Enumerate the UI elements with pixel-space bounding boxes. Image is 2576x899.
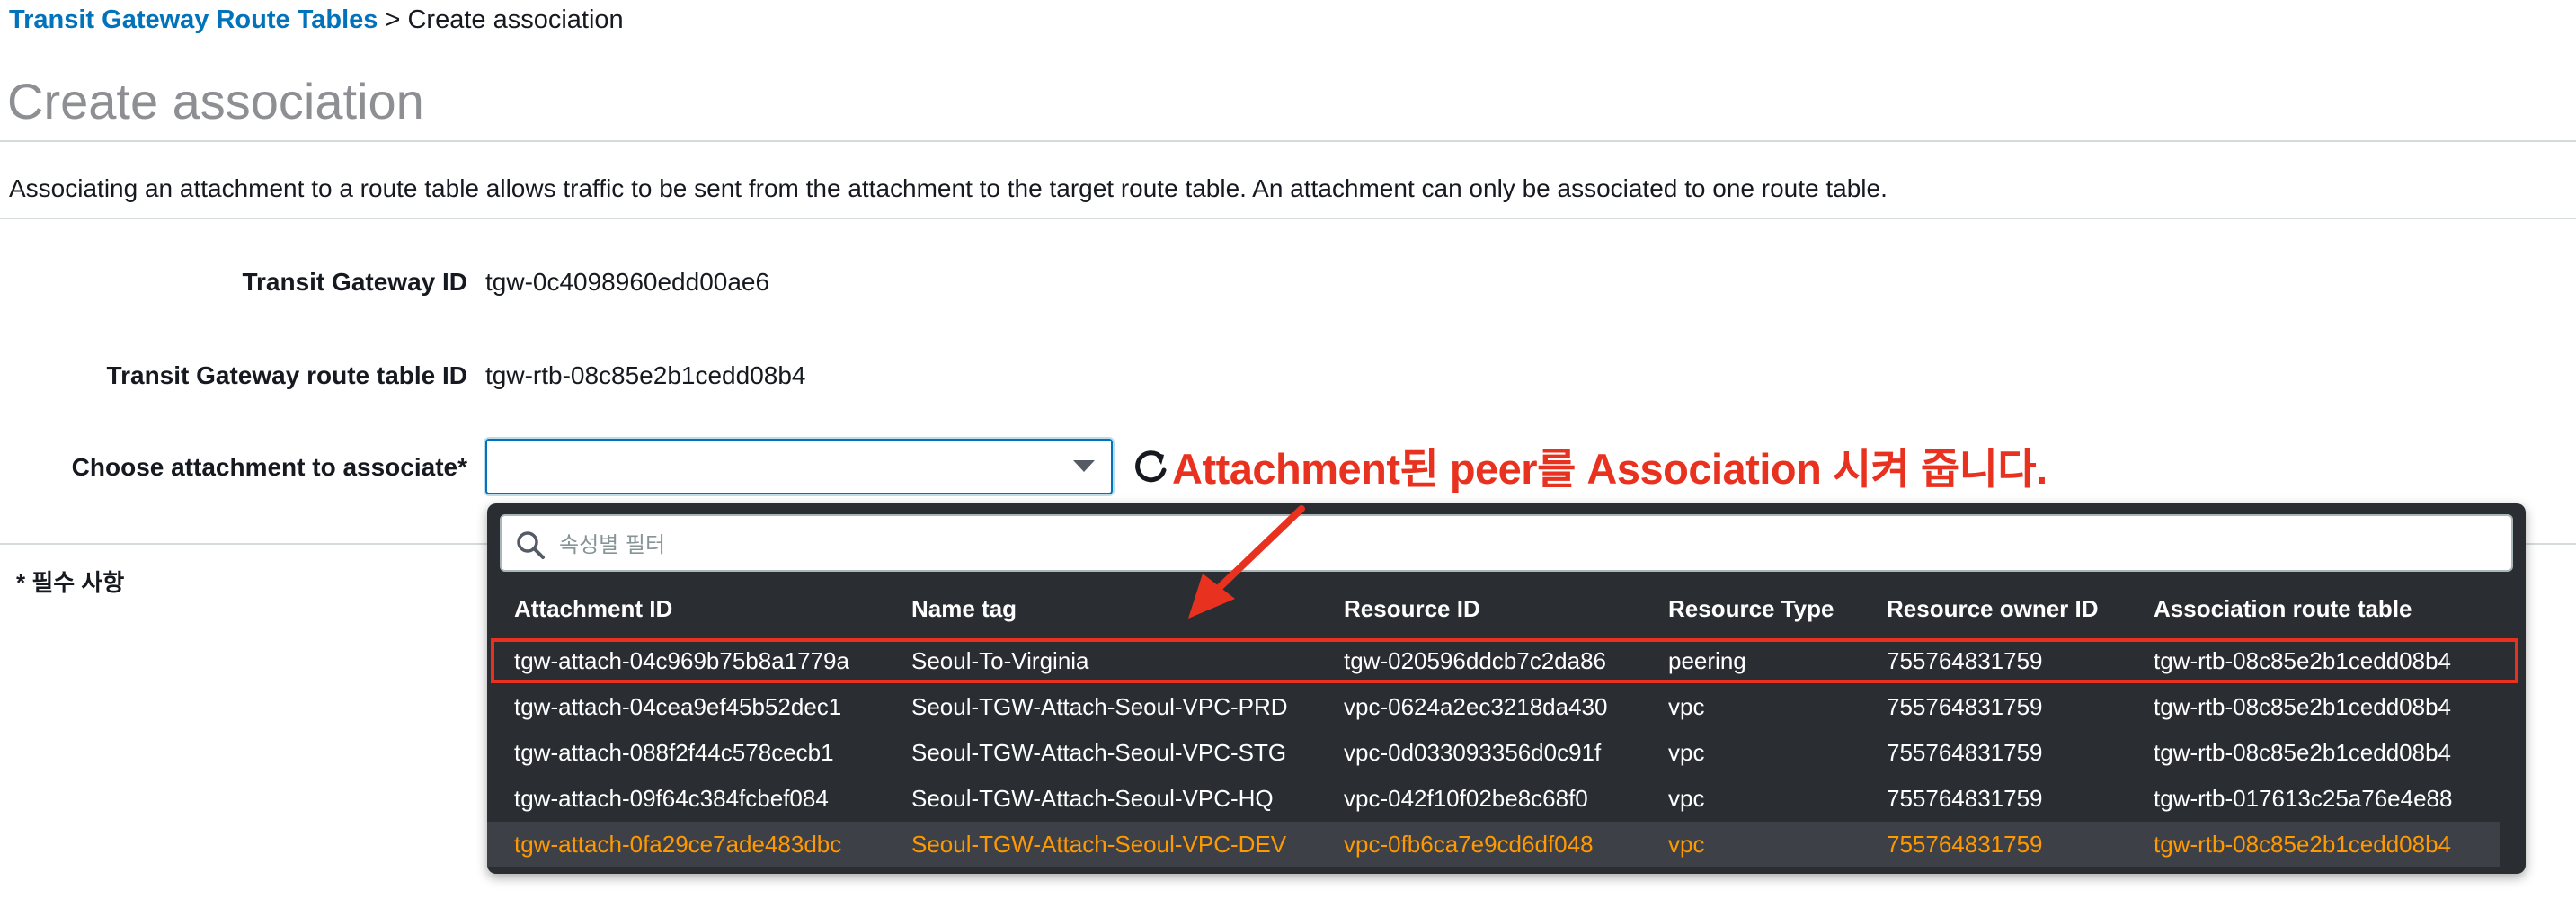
- attachment-dropdown: Attachment ID Name tag Resource ID Resou…: [487, 503, 2526, 874]
- cell-attachment-id: tgw-attach-04cea9ef45b52dec1: [514, 693, 842, 720]
- description-divider: [0, 218, 2576, 219]
- breadcrumb-current: Create association: [407, 5, 624, 34]
- cell-resource-id: vpc-0d033093356d0c91f: [1344, 739, 1602, 766]
- cell-attachment-id: tgw-attach-088f2f44c578cecb1: [514, 739, 834, 766]
- cell-resource-owner-id: 755764831759: [1887, 647, 2043, 674]
- table-header: Attachment ID Name tag Resource ID Resou…: [487, 586, 2526, 631]
- cell-resource-owner-id: 755764831759: [1887, 785, 2043, 812]
- column-header-attachment-id[interactable]: Attachment ID: [514, 586, 672, 631]
- cell-resource-owner-id: 755764831759: [1887, 739, 2043, 766]
- required-note: * 필수 사항: [16, 569, 125, 596]
- page-description: Associating an attachment to a route tab…: [9, 174, 1888, 202]
- cell-name-tag: Seoul-To-Virginia: [911, 647, 1089, 674]
- tgw-id-label: Transit Gateway ID: [242, 268, 467, 296]
- tgw-id-value: tgw-0c4098960edd00ae6: [485, 268, 770, 296]
- rtb-id-value: tgw-rtb-08c85e2b1cedd08b4: [485, 361, 806, 389]
- cell-resource-id: tgw-020596ddcb7c2da86: [1344, 647, 1607, 674]
- search-icon: [517, 531, 545, 559]
- cell-resource-id: vpc-042f10f02be8c68f0: [1344, 785, 1588, 812]
- cell-attachment-id: tgw-attach-0fa29ce7ade483dbc: [514, 831, 842, 858]
- cell-resource-type: vpc: [1668, 693, 1705, 720]
- cell-resource-owner-id: 755764831759: [1887, 693, 2043, 720]
- rtb-id-label: Transit Gateway route table ID: [106, 361, 467, 389]
- table-row[interactable]: tgw-attach-0fa29ce7ade483dbc Seoul-TGW-At…: [487, 822, 2500, 867]
- filter-box: [500, 514, 2513, 572]
- column-header-name-tag[interactable]: Name tag: [911, 586, 1017, 631]
- column-header-association-route-table[interactable]: Association route table: [2154, 586, 2412, 631]
- breadcrumb-separator: >: [385, 5, 401, 34]
- title-divider: [0, 140, 2576, 142]
- annotation-text: Attachment된 peer를 Association 시켜 줍니다.: [1172, 445, 2047, 493]
- column-header-resource-type[interactable]: Resource Type: [1668, 586, 1834, 631]
- cell-resource-id: vpc-0624a2ec3218da430: [1344, 693, 1608, 720]
- cell-resource-type: peering: [1668, 647, 1746, 674]
- breadcrumb: Transit Gateway Route Tables > Create as…: [9, 2, 624, 38]
- filter-input[interactable]: [557, 525, 2484, 565]
- cell-name-tag: Seoul-TGW-Attach-Seoul-VPC-DEV: [911, 831, 1287, 858]
- page-title: Create association: [7, 73, 424, 129]
- cell-association-route-table: tgw-rtb-017613c25a76e4e88: [2154, 785, 2453, 812]
- cell-association-route-table: tgw-rtb-08c85e2b1cedd08b4: [2154, 693, 2452, 720]
- table-row[interactable]: tgw-attach-04cea9ef45b52dec1 Seoul-TGW-At…: [487, 684, 2500, 729]
- cell-name-tag: Seoul-TGW-Attach-Seoul-VPC-HQ: [911, 785, 1274, 812]
- cell-resource-type: vpc: [1668, 739, 1705, 766]
- cell-name-tag: Seoul-TGW-Attach-Seoul-VPC-STG: [911, 739, 1287, 766]
- column-header-resource-id[interactable]: Resource ID: [1344, 586, 1480, 631]
- table-row[interactable]: tgw-attach-09f64c384fcbef084 Seoul-TGW-At…: [487, 776, 2500, 821]
- breadcrumb-link-route-tables[interactable]: Transit Gateway Route Tables: [9, 5, 378, 34]
- table-row[interactable]: tgw-attach-04c969b75b8a1779a Seoul-To-Vir…: [491, 638, 2518, 683]
- cell-association-route-table: tgw-rtb-08c85e2b1cedd08b4: [2154, 739, 2452, 766]
- cell-association-route-table: tgw-rtb-08c85e2b1cedd08b4: [2154, 647, 2452, 674]
- refresh-icon[interactable]: [1131, 447, 1170, 486]
- table-row[interactable]: tgw-attach-088f2f44c578cecb1 Seoul-TGW-At…: [487, 730, 2500, 775]
- cell-attachment-id: tgw-attach-09f64c384fcbef084: [514, 785, 829, 812]
- cell-name-tag: Seoul-TGW-Attach-Seoul-VPC-PRD: [911, 693, 1288, 720]
- cell-resource-type: vpc: [1668, 785, 1705, 812]
- chevron-down-icon: [1073, 460, 1095, 472]
- cell-resource-owner-id: 755764831759: [1887, 831, 2043, 858]
- attachment-select[interactable]: [485, 439, 1113, 494]
- column-header-resource-owner-id[interactable]: Resource owner ID: [1887, 586, 2099, 631]
- cell-resource-type: vpc: [1668, 831, 1705, 858]
- cell-resource-id: vpc-0fb6ca7e9cd6df048: [1344, 831, 1594, 858]
- cell-attachment-id: tgw-attach-04c969b75b8a1779a: [514, 647, 849, 674]
- cell-association-route-table: tgw-rtb-08c85e2b1cedd08b4: [2154, 831, 2452, 858]
- attachment-select-label: Choose attachment to associate*: [71, 453, 467, 481]
